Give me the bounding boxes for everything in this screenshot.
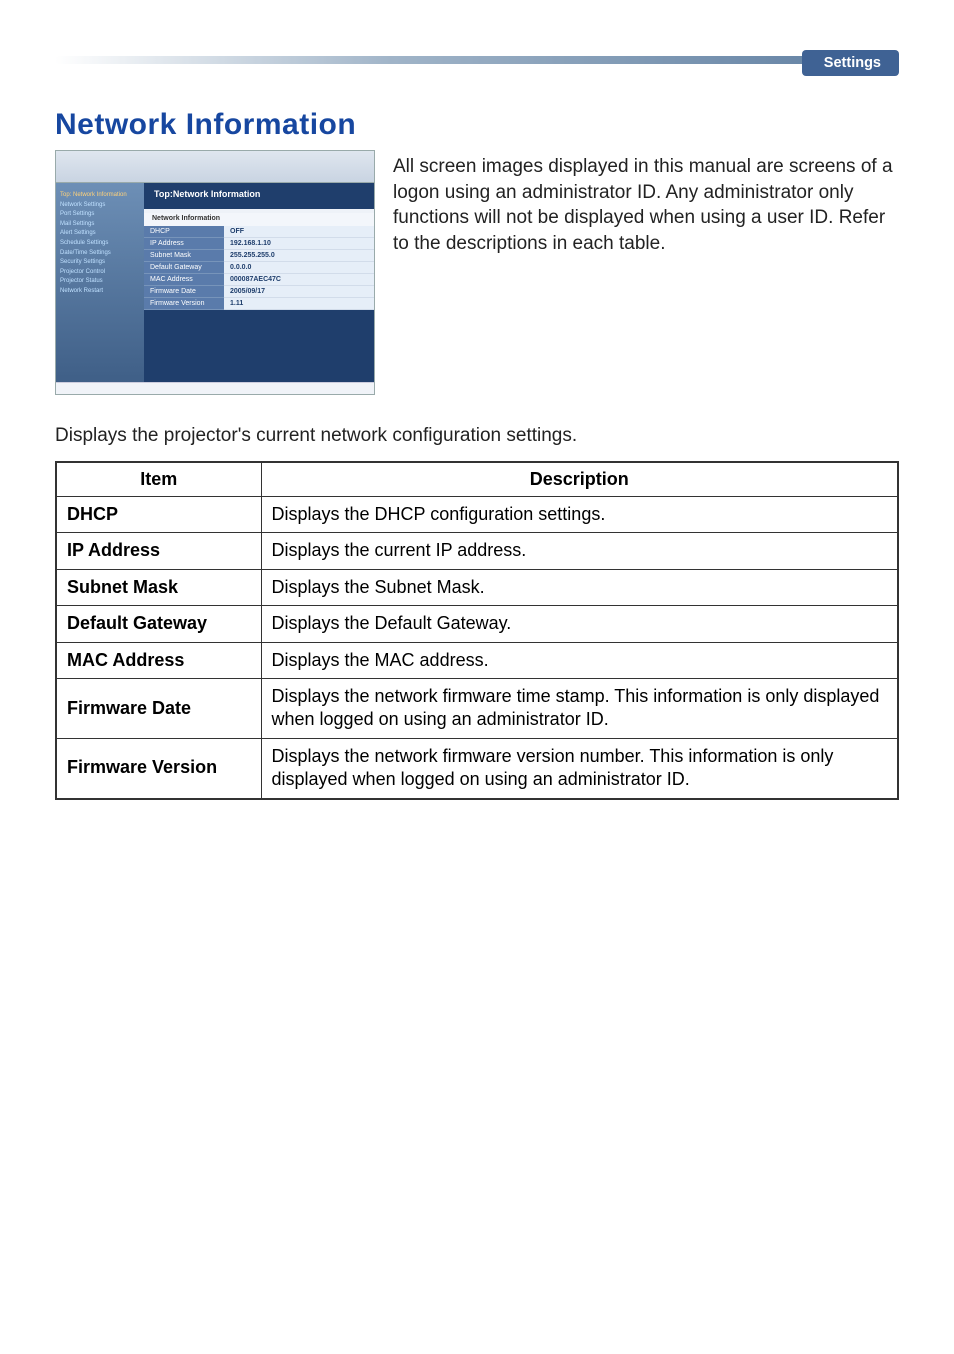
screenshot-field-label: Default Gateway [144,262,224,274]
screenshot-sidebar-item: Network Restart [60,287,140,297]
table-header-description: Description [261,462,898,497]
screenshot-field-value: 2005/09/17 [224,286,374,298]
intro-paragraph: All screen images displayed in this manu… [393,150,899,257]
screenshot-field-value: 192.168.1.10 [224,238,374,250]
screenshot-field-label: Firmware Version [144,298,224,310]
screenshot-sidebar-item: Network Settings [60,201,140,211]
table-header-item: Item [56,462,261,497]
table-cell-description: Displays the network firmware time stamp… [261,678,898,738]
table-cell-item: IP Address [56,533,261,569]
table-row: Firmware Date Displays the network firmw… [56,678,898,738]
table-cell-item: Default Gateway [56,606,261,642]
screenshot-sidebar: Top: Network Information Network Setting… [56,183,144,382]
table-cell-item: MAC Address [56,642,261,678]
screenshot-field-value: OFF [224,226,374,238]
screenshot-main: Top:Network Information Network Informat… [144,183,374,382]
section-title: Network Information [55,108,899,142]
screenshot-sidebar-item: Port Settings [60,210,140,220]
screenshot-statusbar [56,382,374,394]
screenshot-thumbnail: Top: Network Information Network Setting… [55,150,375,395]
screenshot-card-title: Network Information [144,213,374,226]
table-cell-item: Firmware Date [56,678,261,738]
screenshot-field-label: Subnet Mask [144,250,224,262]
table-row: IP Address Displays the current IP addre… [56,533,898,569]
screenshot-field-label: DHCP [144,226,224,238]
screenshot-field-value: 255.255.255.0 [224,250,374,262]
screenshot-field-value: 000087AEC47C [224,274,374,286]
screenshot-sidebar-item: Schedule Settings [60,239,140,249]
table-cell-description: Displays the network firmware version nu… [261,738,898,798]
table-intro-text: Displays the projector's current network… [55,425,899,447]
screenshot-sidebar-item: Security Settings [60,258,140,268]
screenshot-field-label: MAC Address [144,274,224,286]
table-row: DHCP Displays the DHCP configuration set… [56,497,898,533]
screenshot-field-value: 0.0.0.0 [224,262,374,274]
screenshot-page-title: Top:Network Information [144,183,374,209]
table-cell-description: Displays the MAC address. [261,642,898,678]
table-cell-description: Displays the current IP address. [261,533,898,569]
table-row: Subnet Mask Displays the Subnet Mask. [56,569,898,605]
table-cell-item: Subnet Mask [56,569,261,605]
table-cell-description: Displays the Subnet Mask. [261,569,898,605]
table-cell-item: DHCP [56,497,261,533]
screenshot-sidebar-highlight: Top: Network Information [60,191,140,201]
table-row: Firmware Version Displays the network fi… [56,738,898,798]
table-row: MAC Address Displays the MAC address. [56,642,898,678]
header-gradient [55,56,899,64]
screenshot-field-label: Firmware Date [144,286,224,298]
table-row: Default Gateway Displays the Default Gat… [56,606,898,642]
page-header: Settings [55,50,899,78]
table-cell-description: Displays the DHCP configuration settings… [261,497,898,533]
screenshot-sidebar-item: Mail Settings [60,220,140,230]
table-cell-description: Displays the Default Gateway. [261,606,898,642]
screenshot-sidebar-item: Projector Control [60,268,140,278]
header-badge: Settings [802,50,899,76]
screenshot-browser-chrome [56,151,374,183]
screenshot-sidebar-item: Alert Settings [60,229,140,239]
screenshot-field-value: 1.11 [224,298,374,310]
settings-table: Item Description DHCP Displays the DHCP … [55,461,899,800]
screenshot-sidebar-item: Date/Time Settings [60,249,140,259]
screenshot-field-label: IP Address [144,238,224,250]
screenshot-sidebar-item: Projector Status [60,277,140,287]
table-cell-item: Firmware Version [56,738,261,798]
